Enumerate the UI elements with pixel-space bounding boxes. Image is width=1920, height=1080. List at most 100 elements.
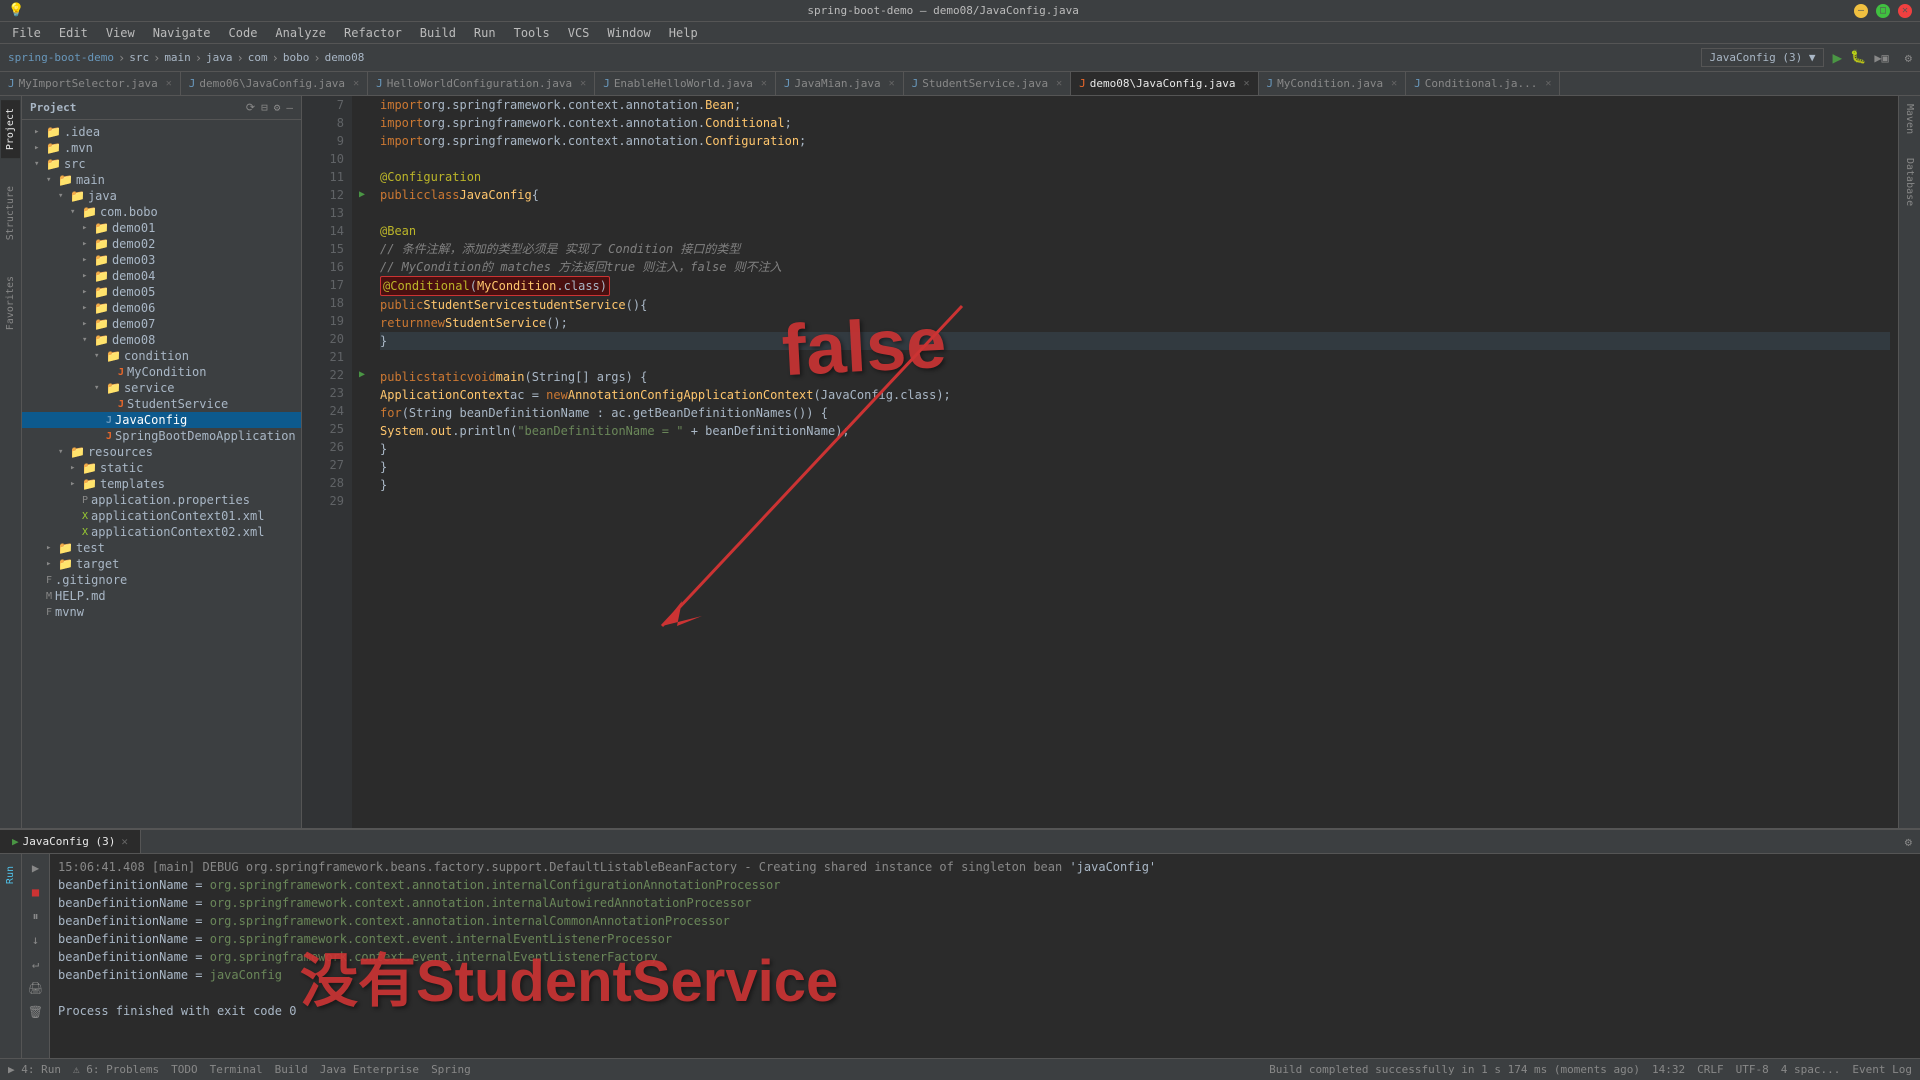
tab-myimportselector[interactable]: J MyImportSelector.java ✕ (0, 72, 181, 95)
settings-icon[interactable]: ⚙ (274, 101, 281, 114)
code-line-16[interactable]: // MyCondition的 matches 方法返回true 则注入，fal… (380, 258, 1890, 276)
tree-item-gitignore[interactable]: F.gitignore (22, 572, 301, 588)
code-line-14[interactable]: @Bean (380, 222, 1890, 240)
tree-item-demo06[interactable]: ▸📁demo06 (22, 300, 301, 316)
vtab-project[interactable]: Project (1, 100, 20, 158)
tree-item-app_props[interactable]: Papplication.properties (22, 492, 301, 508)
code-line-22[interactable]: public static void main(String[] args) { (380, 368, 1890, 386)
tree-item-mvn[interactable]: ▸📁.mvn (22, 140, 301, 156)
code-line-18[interactable]: public StudentService studentService(){ (380, 296, 1890, 314)
run-vtab-run[interactable]: Run (1, 858, 20, 892)
tree-item-demo08[interactable]: ▾📁demo08 (22, 332, 301, 348)
stop-button[interactable]: ■ (26, 882, 46, 902)
tab-close-icon[interactable]: ✕ (580, 78, 586, 89)
vtab-favorites[interactable]: Favorites (1, 268, 20, 338)
restart-button[interactable]: ▶ (26, 858, 46, 878)
menu-item-run[interactable]: Run (466, 24, 504, 42)
tree-item-demo05[interactable]: ▸📁demo05 (22, 284, 301, 300)
tree-item-demo01[interactable]: ▸📁demo01 (22, 220, 301, 236)
menu-item-navigate[interactable]: Navigate (145, 24, 219, 42)
menu-item-tools[interactable]: Tools (506, 24, 558, 42)
rvtab-database[interactable]: Database (1900, 150, 1919, 214)
clear-button[interactable]: 🗑 (26, 1002, 46, 1022)
menu-item-view[interactable]: View (98, 24, 143, 42)
code-line-26[interactable]: } (380, 440, 1890, 458)
vtab-structure[interactable]: Structure (1, 178, 20, 248)
java-enterprise-label[interactable]: Java Enterprise (320, 1063, 419, 1076)
tab-close-icon[interactable]: ✕ (889, 78, 895, 89)
code-line-11[interactable]: @Configuration (380, 168, 1890, 186)
code-line-27[interactable]: } (380, 458, 1890, 476)
charset-display[interactable]: UTF-8 (1736, 1063, 1769, 1076)
terminal-label[interactable]: Terminal (210, 1063, 263, 1076)
close-button[interactable]: ✕ (1898, 4, 1912, 18)
tree-item-service[interactable]: ▾📁service (22, 380, 301, 396)
run-config-selector[interactable]: JavaConfig (3) ▼ (1701, 48, 1825, 67)
code-line-12[interactable]: public class JavaConfig { (380, 186, 1890, 204)
menu-item-vcs[interactable]: VCS (560, 24, 598, 42)
code-line-19[interactable]: return new StudentService(); (380, 314, 1890, 332)
code-editor[interactable]: import org.springframework.context.annot… (372, 96, 1898, 828)
menu-item-refactor[interactable]: Refactor (336, 24, 410, 42)
tab-close-icon[interactable]: ✕ (1391, 78, 1397, 89)
collapse-icon[interactable]: ⊟ (261, 101, 268, 114)
code-line-13[interactable] (380, 204, 1890, 222)
menu-item-edit[interactable]: Edit (51, 24, 96, 42)
code-line-20[interactable]: } (380, 332, 1890, 350)
tab-javaconfig-active[interactable]: J demo08\JavaConfig.java ✕ (1071, 72, 1258, 95)
menu-item-help[interactable]: Help (661, 24, 706, 42)
build-label[interactable]: Build (275, 1063, 308, 1076)
tab-close-icon[interactable]: ✕ (353, 78, 359, 89)
tree-item-MyCondition[interactable]: JMyCondition (22, 364, 301, 380)
indent-display[interactable]: 4 spac... (1781, 1063, 1841, 1076)
tab-javamian[interactable]: J JavaMian.java ✕ (776, 72, 904, 95)
spring-label[interactable]: Spring (431, 1063, 471, 1076)
tab-helloworldconfig[interactable]: J HelloWorldConfiguration.java ✕ (368, 72, 595, 95)
code-line-25[interactable]: System.out.println("beanDefinitionName =… (380, 422, 1890, 440)
tree-item-JavaConfig[interactable]: JJavaConfig (22, 412, 301, 428)
tree-item-SpringBootDemoApp[interactable]: JSpringBootDemoApplication (22, 428, 301, 444)
print-button[interactable]: 🖨 (26, 978, 46, 998)
run-button[interactable]: ▶ (1832, 48, 1842, 67)
tree-item-test[interactable]: ▸📁test (22, 540, 301, 556)
menu-item-file[interactable]: File (4, 24, 49, 42)
tab-close-icon[interactable]: ✕ (1244, 78, 1250, 89)
tab-close-icon[interactable]: ✕ (761, 78, 767, 89)
tab-javaconfig-demo06[interactable]: J demo06\JavaConfig.java ✕ (181, 72, 368, 95)
tree-item-demo02[interactable]: ▸📁demo02 (22, 236, 301, 252)
line-endings[interactable]: CRLF (1697, 1063, 1724, 1076)
pause-button[interactable]: ⏸ (26, 906, 46, 926)
sync-icon[interactable]: ⟳ (246, 101, 255, 114)
tree-item-static[interactable]: ▸📁static (22, 460, 301, 476)
code-line-9[interactable]: import org.springframework.context.annot… (380, 132, 1890, 150)
code-line-10[interactable] (380, 150, 1890, 168)
code-line-28[interactable]: } (380, 476, 1890, 494)
tree-item-main[interactable]: ▾📁main (22, 172, 301, 188)
problems-label[interactable]: ⚠ 6: Problems (73, 1063, 159, 1076)
run-tab-javaconfig[interactable]: ▶ JavaConfig (3) ✕ (0, 830, 141, 853)
tree-item-mvnw[interactable]: Fmvnw (22, 604, 301, 620)
maximize-button[interactable]: □ (1876, 4, 1890, 18)
tree-item-resources[interactable]: ▾📁resources (22, 444, 301, 460)
code-line-29[interactable] (380, 494, 1890, 512)
close-panel-icon[interactable]: — (286, 101, 293, 114)
run-tab-close[interactable]: ✕ (121, 835, 128, 848)
tree-item-com.bobo[interactable]: ▾📁com.bobo (22, 204, 301, 220)
tab-close-icon[interactable]: ✕ (166, 78, 172, 89)
code-line-21[interactable] (380, 350, 1890, 368)
run-with-coverage-button[interactable]: ▶▣ (1874, 51, 1888, 65)
debug-button[interactable]: 🐛 (1850, 50, 1866, 65)
tree-item-templates[interactable]: ▸📁templates (22, 476, 301, 492)
code-line-24[interactable]: for (String beanDefinitionName : ac.getB… (380, 404, 1890, 422)
tree-item-appCtx01[interactable]: XapplicationContext01.xml (22, 508, 301, 524)
scroll-end-button[interactable]: ↓ (26, 930, 46, 950)
menu-item-build[interactable]: Build (412, 24, 464, 42)
minimize-button[interactable]: — (1854, 4, 1868, 18)
code-line-17[interactable]: @Conditional(MyCondition.class) (380, 276, 1890, 296)
code-line-15[interactable]: // 条件注解，添加的类型必须是 实现了 Condition 接口的类型 (380, 240, 1890, 258)
tree-item-idea[interactable]: ▸📁.idea (22, 124, 301, 140)
menu-item-analyze[interactable]: Analyze (267, 24, 334, 42)
code-line-8[interactable]: import org.springframework.context.annot… (380, 114, 1890, 132)
tree-item-StudentService[interactable]: JStudentService (22, 396, 301, 412)
menu-item-window[interactable]: Window (599, 24, 658, 42)
